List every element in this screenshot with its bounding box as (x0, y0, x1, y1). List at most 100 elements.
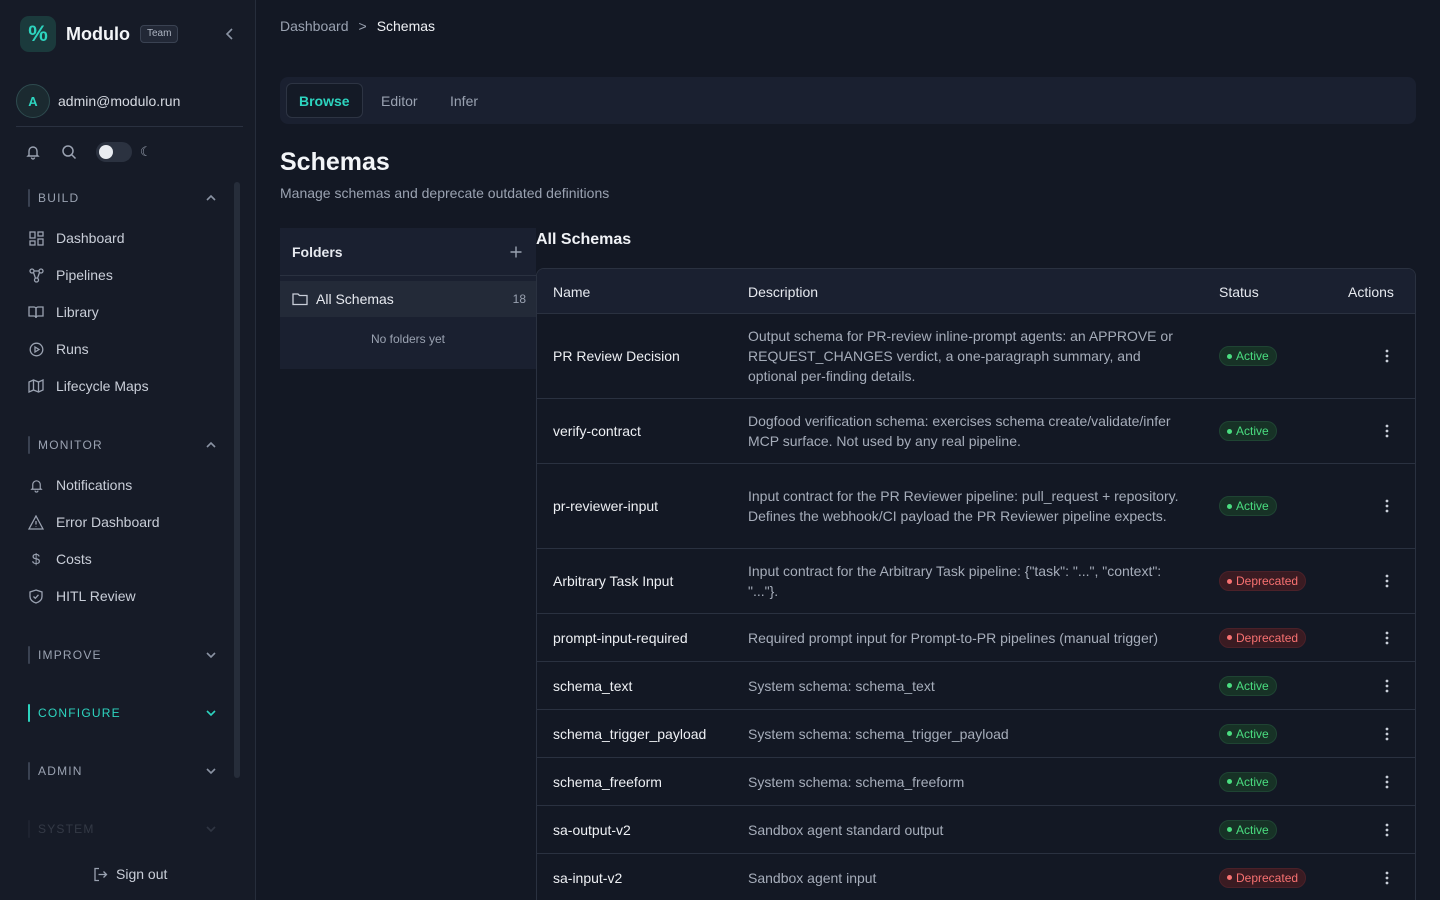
row-actions-button[interactable] (1379, 662, 1395, 709)
workflow-icon (28, 267, 44, 283)
user-profile[interactable]: A admin@modulo.run (16, 84, 180, 118)
status-dot (1227, 353, 1232, 359)
table-row[interactable]: verify-contract Dogfood verification sche… (537, 399, 1415, 464)
sidebar-item-library[interactable]: Library (28, 299, 228, 325)
tab-editor[interactable]: Editor (369, 83, 430, 118)
schemas-title: All Schemas (536, 231, 632, 248)
status-cell: Active (1219, 464, 1277, 548)
schema-name[interactable]: Arbitrary Task Input (553, 549, 673, 613)
sidebar-item-pipelines[interactable]: Pipelines (28, 262, 228, 288)
column-actions: Actions (1348, 283, 1394, 300)
row-actions-button[interactable] (1379, 614, 1395, 661)
breadcrumb: Dashboard > Schemas (280, 18, 435, 34)
section-admin[interactable]: ADMIN (28, 761, 218, 781)
sidebar-tools: ☾ (24, 140, 152, 164)
search-icon[interactable] (60, 143, 78, 161)
schema-name[interactable]: pr-reviewer-input (553, 464, 658, 548)
row-actions-button[interactable] (1379, 758, 1395, 805)
sidebar-item-label: Library (56, 304, 99, 320)
section-build[interactable]: BUILD (28, 188, 218, 208)
status-dot (1227, 779, 1232, 784)
row-actions-button[interactable] (1379, 399, 1395, 463)
status-cell: Deprecated (1219, 614, 1307, 661)
more-vertical-icon (1385, 727, 1389, 740)
table-row[interactable]: schema_trigger_payload System schema: sch… (537, 710, 1415, 758)
sidebar-item-dashboard[interactable]: Dashboard (28, 225, 228, 251)
status-cell: Active (1219, 806, 1277, 853)
warning-icon (28, 514, 44, 530)
sidebar-item-label: Error Dashboard (56, 514, 160, 530)
status-badge: Deprecated (1219, 867, 1307, 888)
sidebar-item-runs[interactable]: Runs (28, 336, 228, 362)
status-label: Active (1236, 774, 1269, 789)
schema-name[interactable]: verify-contract (553, 399, 641, 463)
schema-name[interactable]: prompt-input-required (553, 614, 688, 661)
section-monitor[interactable]: MONITOR (28, 435, 218, 455)
schema-name[interactable]: PR Review Decision (553, 314, 680, 398)
collapse-sidebar-button[interactable] (222, 24, 238, 44)
table-row[interactable]: pr-reviewer-input Input contract for the … (537, 464, 1415, 549)
status-dot (1227, 683, 1232, 688)
bell-icon[interactable] (24, 143, 42, 161)
column-status: Status (1219, 283, 1259, 300)
table-row[interactable]: schema_text System schema: schema_text Act… (537, 662, 1415, 710)
sidebar-item-hitl-review[interactable]: HITL Review (28, 583, 228, 609)
status-dot (1227, 635, 1232, 640)
row-actions-button[interactable] (1379, 314, 1395, 398)
row-actions-button[interactable] (1379, 710, 1395, 757)
status-dot (1227, 731, 1232, 736)
row-actions-button[interactable] (1379, 464, 1395, 548)
sidebar-item-label: Runs (56, 341, 89, 357)
chevron-up-icon (204, 191, 218, 205)
bell-icon (28, 477, 44, 493)
schema-description: System schema: schema_freeform (748, 773, 965, 790)
brand-name: Modulo (66, 23, 130, 44)
moon-icon: ☾ (140, 144, 152, 159)
more-vertical-icon (1385, 823, 1389, 836)
sign-out-button[interactable]: Sign out (92, 862, 167, 886)
sidebar-scrollbar[interactable] (234, 182, 240, 778)
sidebar-item-costs[interactable]: $ Costs (28, 546, 228, 572)
schema-name[interactable]: sa-output-v2 (553, 806, 631, 853)
sidebar-item-lifecycle-maps[interactable]: Lifecycle Maps (28, 373, 228, 399)
table-row[interactable]: Arbitrary Task Input Input contract for t… (537, 549, 1415, 614)
section-configure[interactable]: CONFIGURE (28, 703, 218, 723)
column-name: Name (553, 283, 591, 300)
status-label: Deprecated (1236, 630, 1299, 645)
row-actions-button[interactable] (1379, 806, 1395, 853)
section-system[interactable]: SYSTEM (28, 819, 218, 839)
section-improve[interactable]: IMPROVE (28, 645, 218, 665)
row-actions-button[interactable] (1379, 854, 1395, 900)
status-badge: Active (1219, 675, 1277, 696)
schema-name[interactable]: schema_trigger_payload (553, 710, 706, 757)
theme-toggle[interactable] (96, 142, 132, 162)
column-description: Description (748, 283, 819, 300)
sidebar-item-error-dashboard[interactable]: Error Dashboard (28, 509, 228, 535)
table-row[interactable]: sa-input-v2 Sandbox agent input Deprecated (537, 854, 1415, 900)
chevron-left-icon (225, 28, 233, 40)
table-row[interactable]: PR Review Decision Output schema for PR-r… (537, 314, 1415, 399)
schema-name[interactable]: sa-input-v2 (553, 854, 622, 900)
row-actions-button[interactable] (1379, 549, 1395, 613)
map-icon (28, 378, 44, 394)
schema-name[interactable]: schema_text (553, 662, 632, 709)
folders-title: Folders (292, 243, 343, 260)
schema-description: Input contract for the Arbitrary Task pi… (748, 563, 1162, 599)
table-row[interactable]: prompt-input-required Required prompt inp… (537, 614, 1415, 662)
schema-name[interactable]: schema_freeform (553, 758, 662, 805)
tab-browse[interactable]: Browse (286, 83, 363, 118)
folders-empty-text: No folders yet (370, 332, 446, 346)
table-row[interactable]: schema_freeform System schema: schema_fre… (537, 758, 1415, 806)
breadcrumb-dashboard[interactable]: Dashboard (280, 18, 349, 34)
plus-icon[interactable] (508, 244, 524, 260)
brand[interactable]: % Modulo Team (20, 16, 179, 52)
status-dot (1227, 578, 1232, 584)
status-cell: Active (1219, 662, 1277, 709)
folder-all-schemas[interactable]: All Schemas 18 (280, 281, 536, 317)
folders-panel: Folders All Schemas 18 No folders yet (280, 228, 536, 369)
sidebar-item-notifications[interactable]: Notifications (28, 472, 228, 498)
table-row[interactable]: sa-output-v2 Sandbox agent standard outpu… (537, 806, 1415, 854)
schema-description: Input contract for the PR Reviewer pipel… (748, 488, 1179, 524)
table-header: Name Description Status Actions (537, 269, 1415, 314)
tab-infer[interactable]: Infer (438, 83, 490, 118)
